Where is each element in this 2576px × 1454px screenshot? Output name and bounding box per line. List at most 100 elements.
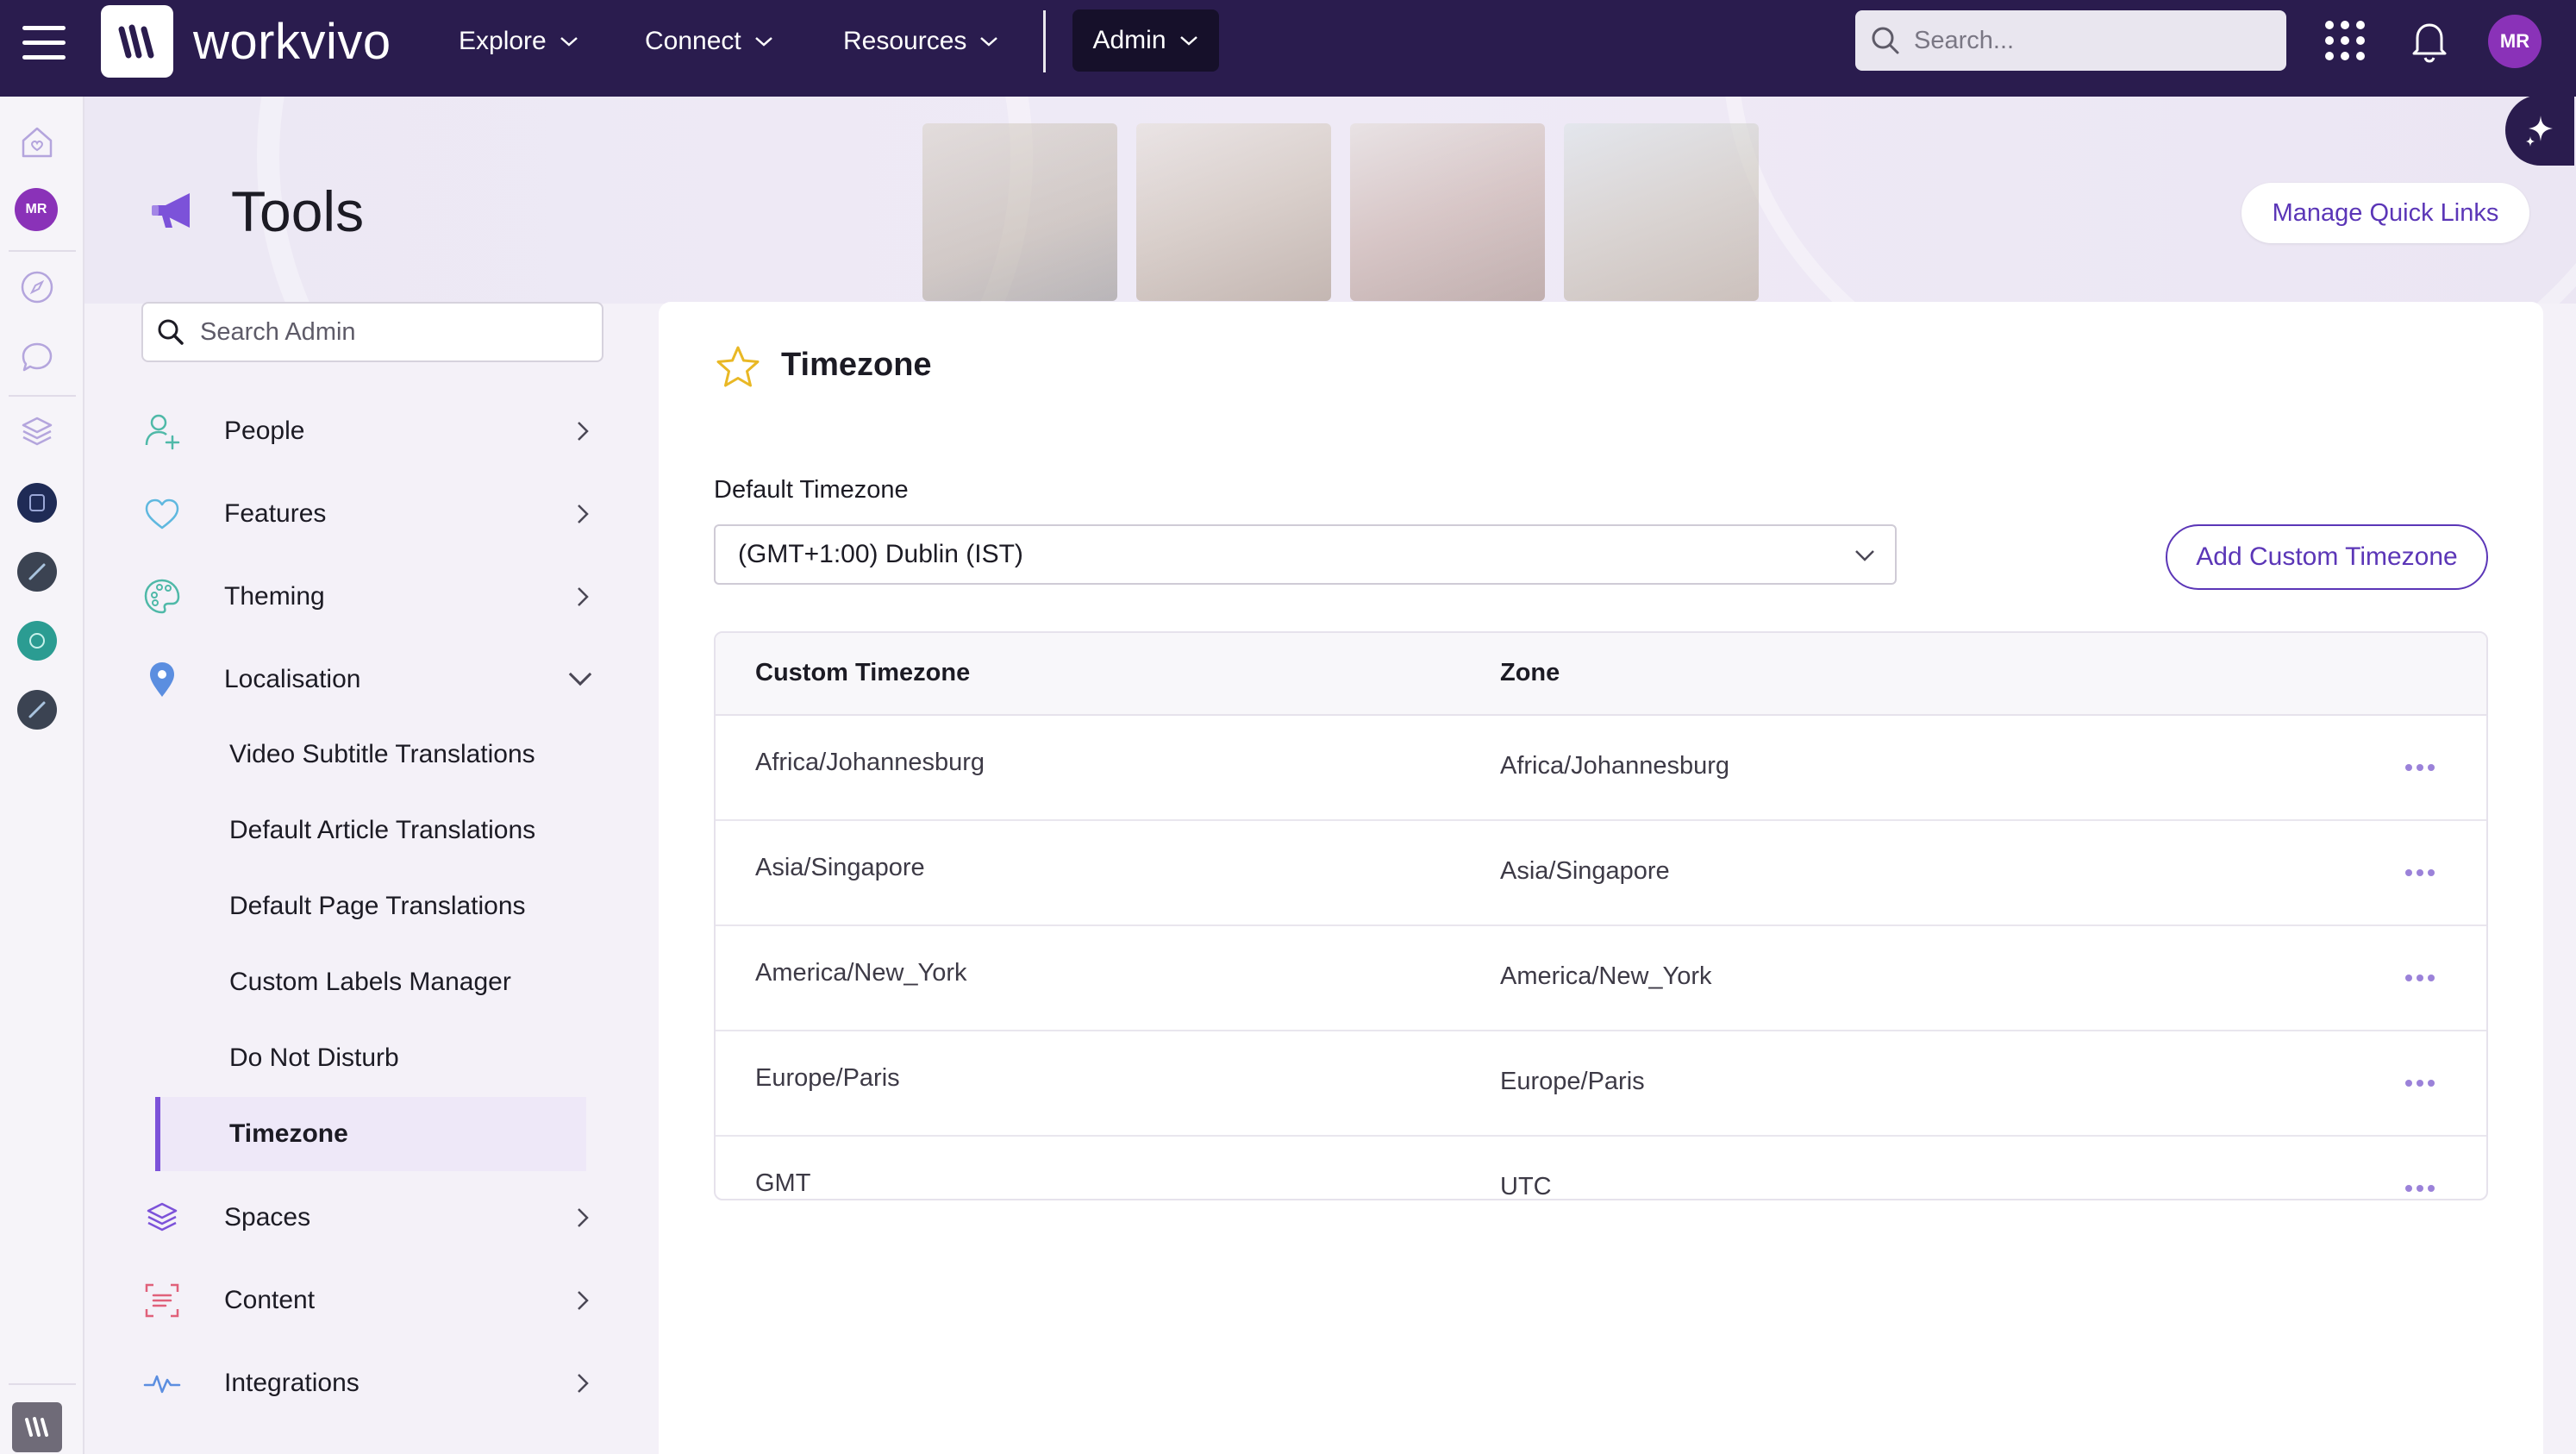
pulse-icon bbox=[138, 1359, 186, 1407]
brand-name: workvivo bbox=[193, 14, 391, 70]
home-heart-icon[interactable] bbox=[16, 121, 59, 164]
more-options-icon[interactable] bbox=[2405, 869, 2435, 878]
content-scan-icon bbox=[138, 1276, 186, 1325]
nav-divider bbox=[1043, 10, 1046, 72]
add-custom-timezone-button[interactable]: Add Custom Timezone bbox=[2166, 524, 2488, 590]
zone-cell: America/New_York bbox=[1500, 962, 1712, 990]
sidebar-subitem-custom-labels-manager[interactable]: Custom Labels Manager bbox=[155, 945, 586, 1019]
banner-photo bbox=[922, 123, 1117, 301]
sidebar-subitem-timezone[interactable]: Timezone bbox=[155, 1097, 586, 1171]
chevron-right-icon bbox=[578, 1291, 589, 1310]
sidebar-item-label: Content bbox=[224, 1286, 316, 1314]
column-header-custom-timezone: Custom Timezone bbox=[755, 659, 971, 686]
rail-divider bbox=[9, 250, 76, 252]
chevron-down-icon bbox=[754, 37, 772, 47]
nav-admin[interactable]: Admin bbox=[1072, 9, 1219, 72]
hamburger-menu-icon[interactable] bbox=[22, 26, 66, 69]
zone-cell: Asia/Singapore bbox=[1500, 857, 1670, 885]
chevron-right-icon bbox=[578, 422, 589, 441]
sidebar-item-integrations[interactable]: Integrations bbox=[138, 1349, 603, 1418]
nav-connect[interactable]: Connect bbox=[645, 21, 774, 62]
chevron-down-icon bbox=[980, 37, 998, 47]
nav-connect-label: Connect bbox=[645, 27, 741, 55]
manage-quick-links-button[interactable]: Manage Quick Links bbox=[2241, 183, 2529, 243]
compass-icon[interactable] bbox=[16, 266, 59, 309]
default-timezone-label: Default Timezone bbox=[714, 476, 909, 504]
nav-explore[interactable]: Explore bbox=[459, 21, 579, 62]
sidebar-subitem-video-subtitle-translations[interactable]: Video Subtitle Translations bbox=[155, 718, 586, 792]
search-icon bbox=[1872, 27, 1899, 54]
left-rail: MR bbox=[0, 97, 84, 1454]
location-pin-icon bbox=[138, 655, 186, 704]
workvivo-footer-logo[interactable] bbox=[12, 1402, 62, 1452]
rail-user-avatar[interactable]: MR bbox=[15, 188, 58, 231]
panel-title: Timezone bbox=[781, 347, 932, 383]
global-search[interactable] bbox=[1855, 10, 2286, 71]
sidebar-subitem-default-page-translations[interactable]: Default Page Translations bbox=[155, 869, 586, 943]
space-badge-icon[interactable] bbox=[17, 690, 57, 730]
more-options-icon[interactable] bbox=[2405, 1185, 2435, 1194]
workvivo-logo[interactable] bbox=[101, 5, 173, 78]
sparkle-icon bbox=[2526, 116, 2553, 147]
table-row: GMT UTC bbox=[716, 1137, 2486, 1200]
ai-assistant-button[interactable] bbox=[2505, 95, 2574, 166]
chevron-down-icon bbox=[568, 672, 592, 686]
sidebar-item-content[interactable]: Content bbox=[138, 1266, 603, 1335]
space-badge-icon[interactable] bbox=[17, 483, 57, 523]
custom-timezone-table: Custom Timezone Zone Africa/Johannesburg… bbox=[714, 631, 2488, 1200]
search-admin-field[interactable] bbox=[141, 302, 603, 362]
table-row: America/New_York America/New_York bbox=[716, 926, 2486, 1031]
search-admin-input[interactable] bbox=[200, 317, 579, 347]
column-header-zone: Zone bbox=[1500, 659, 1560, 686]
heart-icon bbox=[138, 490, 186, 538]
sidebar-item-localisation[interactable]: Localisation bbox=[138, 645, 603, 714]
more-options-icon[interactable] bbox=[2405, 1080, 2435, 1088]
palette-icon bbox=[138, 573, 186, 621]
sidebar-item-spaces[interactable]: Spaces bbox=[138, 1183, 603, 1252]
nav-resources[interactable]: Resources bbox=[843, 21, 999, 62]
custom-timezone-cell: Asia/Singapore bbox=[755, 854, 925, 881]
default-timezone-select[interactable]: (GMT+1:00) Dublin (IST) bbox=[714, 524, 1897, 585]
nav-explore-label: Explore bbox=[459, 27, 547, 55]
nav-resources-label: Resources bbox=[843, 27, 967, 55]
space-badge-icon[interactable] bbox=[17, 552, 57, 592]
sidebar-subitem-do-not-disturb[interactable]: Do Not Disturb bbox=[155, 1021, 586, 1095]
zone-cell: Africa/Johannesburg bbox=[1500, 752, 1729, 780]
more-options-icon[interactable] bbox=[2405, 764, 2435, 773]
chevron-down-icon bbox=[1179, 36, 1197, 46]
notification-bell-icon[interactable] bbox=[2405, 17, 2454, 66]
chevron-right-icon bbox=[578, 1374, 589, 1393]
layers-icon[interactable] bbox=[16, 411, 59, 454]
zone-cell: UTC bbox=[1500, 1173, 1552, 1200]
custom-timezone-cell: America/New_York bbox=[755, 959, 967, 987]
chevron-down-icon bbox=[560, 37, 578, 47]
banner-photo bbox=[1564, 123, 1759, 301]
star-icon[interactable] bbox=[714, 343, 762, 392]
person-add-icon bbox=[138, 407, 186, 455]
global-search-input[interactable] bbox=[1914, 26, 2276, 55]
sidebar-subitem-default-article-translations[interactable]: Default Article Translations bbox=[155, 793, 586, 868]
sidebar-item-label: Theming bbox=[224, 582, 325, 611]
sidebar-item-features[interactable]: Features bbox=[138, 479, 603, 548]
custom-timezone-cell: Africa/Johannesburg bbox=[755, 749, 985, 776]
table-row: Asia/Singapore Asia/Singapore bbox=[716, 821, 2486, 926]
table-header: Custom Timezone Zone bbox=[716, 633, 2486, 716]
custom-timezone-cell: GMT bbox=[755, 1169, 811, 1197]
chevron-right-icon bbox=[578, 505, 589, 523]
chat-icon[interactable] bbox=[16, 336, 59, 379]
sidebar-item-theming[interactable]: Theming bbox=[138, 562, 603, 631]
sidebar-item-people[interactable]: People bbox=[138, 397, 603, 466]
default-timezone-value: (GMT+1:00) Dublin (IST) bbox=[738, 540, 1023, 568]
banner-photo bbox=[1136, 123, 1331, 301]
table-row: Europe/Paris Europe/Paris bbox=[716, 1031, 2486, 1137]
apps-grid-icon[interactable] bbox=[2325, 21, 2365, 60]
banner-photo bbox=[1350, 123, 1545, 301]
sidebar-item-label: Features bbox=[224, 499, 327, 528]
user-avatar[interactable]: MR bbox=[2488, 15, 2542, 68]
table-row: Africa/Johannesburg Africa/Johannesburg bbox=[716, 716, 2486, 821]
sidebar-item-label: People bbox=[224, 417, 305, 445]
space-badge-icon[interactable] bbox=[17, 621, 57, 661]
more-options-icon[interactable] bbox=[2405, 975, 2435, 983]
sidebar-item-label: Localisation bbox=[224, 665, 361, 693]
page-title: Tools bbox=[231, 179, 365, 243]
